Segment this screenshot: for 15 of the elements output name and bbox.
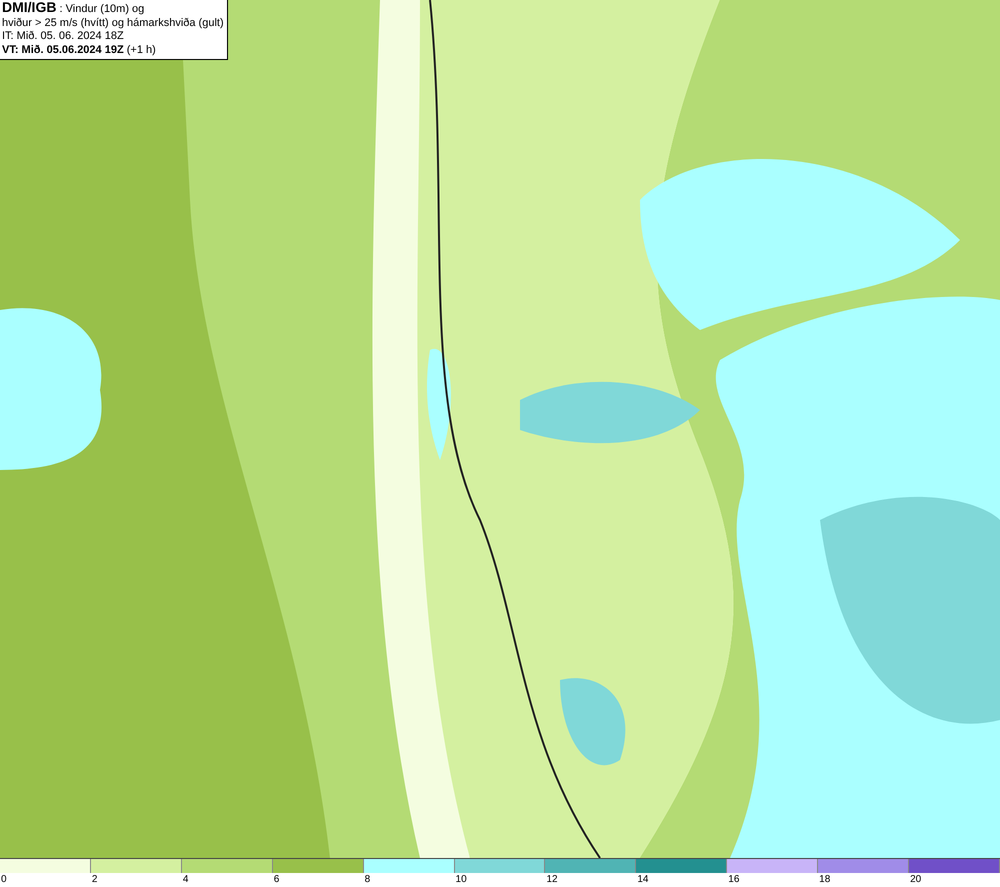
legend-label: 0 [1, 873, 7, 886]
legend-label: 4 [182, 873, 188, 886]
legend-label: 12 [546, 873, 558, 886]
legend-label: 2 [92, 873, 98, 886]
legend-label: 8 [364, 873, 370, 886]
legend-label: 14 [637, 873, 648, 886]
info-text: hviður > 25 m/s (hvítt) og hámarkshviða (gult) [2, 16, 224, 30]
info-text: IT: Mið. 05. 06. 2024 18Z [2, 30, 125, 44]
legend-label: 20 [910, 873, 922, 886]
legend-label: 10 [456, 873, 467, 886]
legend-label: 6 [274, 873, 280, 886]
info-text: VT: Mið. 05.06.2024 19Z (+1 h) [2, 44, 157, 57]
legend-label: 16 [728, 873, 740, 886]
legend-label: 18 [819, 873, 830, 886]
info-text: DMI/IGB : Vindur (10m) og [2, 1, 146, 16]
